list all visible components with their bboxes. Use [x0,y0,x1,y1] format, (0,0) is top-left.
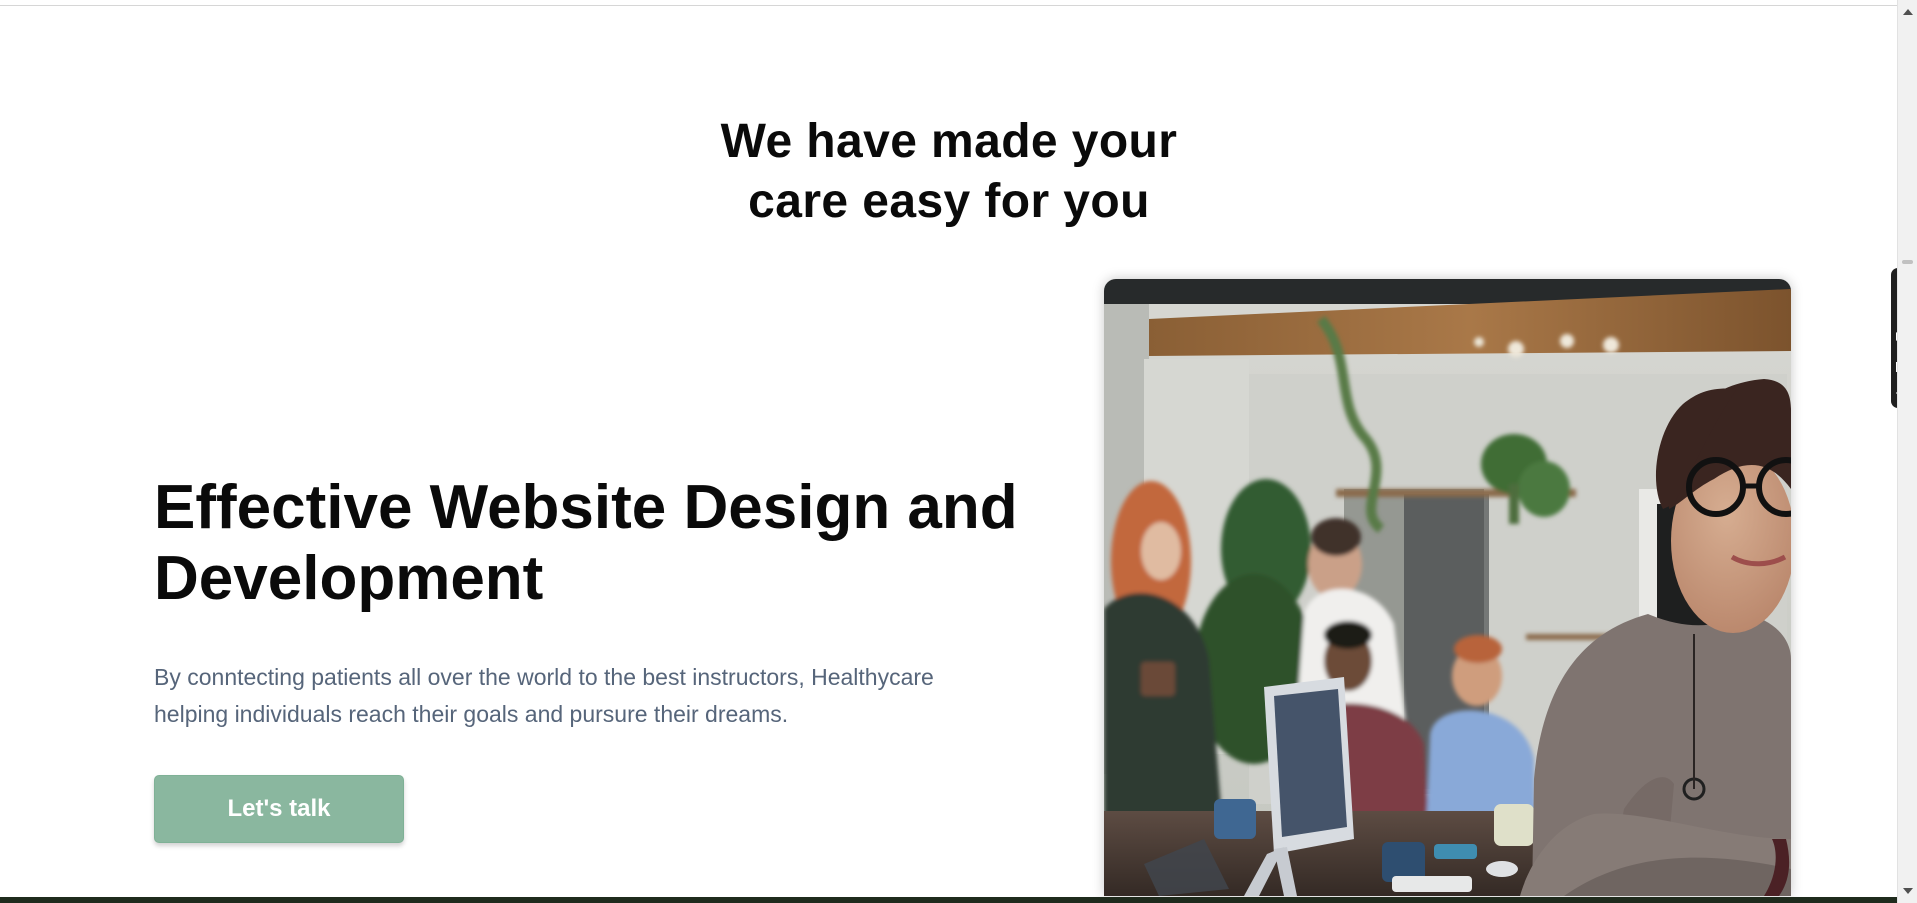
section-title-line-2: care easy for you [748,175,1150,228]
section-title: We have made your care easy for you [669,112,1229,232]
section-title-line-1: We have made your [720,115,1178,168]
page-scrollbar[interactable] [1897,0,1917,903]
hero-description: By conntecting patients all over the wor… [154,659,1024,733]
next-section-edge [0,897,1898,903]
team-photo [1104,279,1791,896]
hero-description-line-2: helping individuals reach their goals an… [154,701,789,727]
scroll-up-icon[interactable] [1903,9,1913,15]
hero-description-line-1: By conntecting patients all over the wor… [154,664,934,690]
scroll-down-icon[interactable] [1903,888,1913,894]
top-divider [0,0,1898,6]
hero-title-line-2: Development [154,544,544,613]
browser-viewport: We have made your care easy for you Effe… [0,0,1917,903]
hero-content: Effective Website Design and Development… [154,472,1044,843]
scrollbar-thumb[interactable] [1902,260,1913,264]
lets-talk-button[interactable]: Let's talk [154,775,404,843]
hero-title: Effective Website Design and Development [154,472,1044,614]
care-section-heading: We have made your care easy for you [0,112,1898,232]
hero-title-line-1: Effective Website Design and [154,473,1018,542]
